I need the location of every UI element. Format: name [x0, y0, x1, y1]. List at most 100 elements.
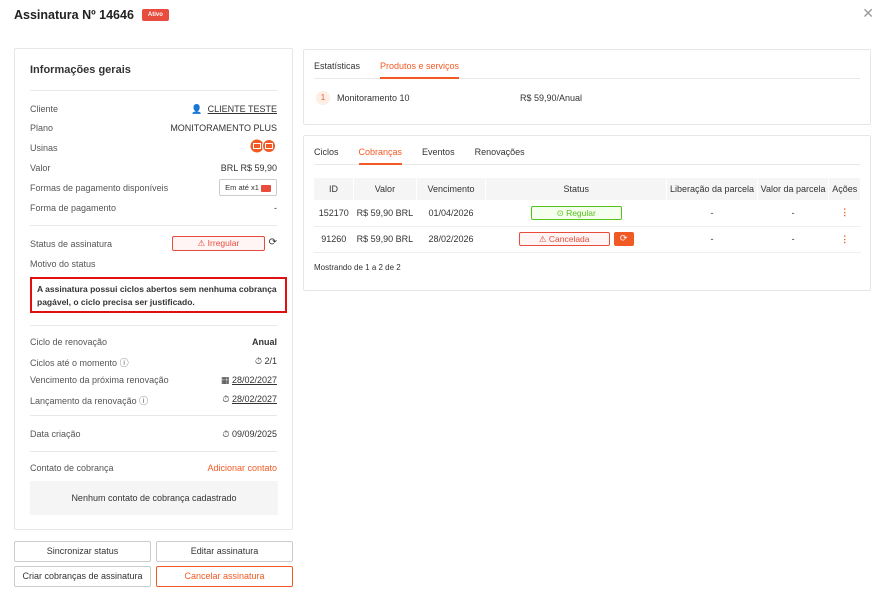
help-icon[interactable]: ⓘ: [139, 397, 148, 407]
cell-liberacao: -: [666, 200, 758, 227]
warning-icon: ⚠: [538, 235, 547, 245]
cell-acoes: ⋮: [828, 226, 861, 253]
status-reason: A assinatura possui ciclos abertos sem n…: [30, 277, 287, 313]
products-card: Estatísticas Produtos e serviços 1 Monit…: [303, 49, 871, 125]
table-row: 91260 R$ 59,90 BRL 28/02/2026 ⚠ Cancelad…: [314, 226, 861, 253]
payment-method-text: Em até x1: [225, 183, 259, 192]
cell-status: ⚠ Cancelada ⟳: [485, 226, 667, 253]
cliente-link[interactable]: 👤 CLIENTE TESTE: [191, 104, 277, 115]
usinas-label: Usinas: [30, 143, 58, 153]
clock-icon: ⏱: [254, 357, 262, 367]
add-contact-link[interactable]: Adicionar contato: [207, 463, 277, 473]
col-status: Status: [485, 178, 668, 200]
tab-events[interactable]: Eventos: [422, 146, 455, 165]
col-acoes: Ações: [828, 178, 861, 200]
status-label: Status de assinatura: [30, 239, 113, 249]
plano-value: MONITORAMENTO PLUS: [170, 123, 277, 133]
item-number: 1: [316, 91, 330, 105]
divider: [30, 225, 277, 226]
card-title: Informações gerais: [30, 64, 131, 76]
cancel-subscription-button[interactable]: Cancelar assinatura: [156, 566, 293, 587]
cell-liberacao: -: [666, 226, 758, 253]
status-badge: Ativo: [141, 9, 169, 21]
ciclo-value: Anual: [251, 337, 277, 347]
check-circle-icon: ⊙: [556, 208, 564, 219]
calendar-icon: ▦: [220, 376, 230, 386]
divider: [30, 451, 277, 452]
cell-valor: R$ 59,90 BRL: [353, 226, 417, 253]
col-valor: Valor: [353, 178, 417, 200]
status-text: Regular: [566, 207, 596, 218]
ciclos-label-row: Ciclos até o momento ⓘ: [30, 356, 129, 369]
divider: [30, 415, 277, 416]
valor-value: BRL R$ 59,90: [220, 163, 277, 173]
criacao-value-row: ⏱ 09/09/2025: [222, 429, 277, 440]
formas-label: Formas de pagamento disponíveis: [30, 183, 169, 193]
payment-method-pill: Em até x1: [219, 179, 277, 196]
billing-tabs: Ciclos Cobranças Eventos Renovações: [314, 146, 860, 165]
col-id: ID: [314, 178, 354, 200]
cell-valor-parcela: -: [757, 200, 829, 227]
lanc-label: Lançamento da renovação: [30, 396, 137, 406]
clock-icon: ⏱: [222, 395, 230, 405]
contato-label: Contato de cobrança: [30, 463, 114, 473]
criacao-value: 09/09/2025: [231, 429, 277, 439]
user-icon: 👤: [191, 105, 203, 115]
forma-label: Forma de pagamento: [30, 203, 117, 213]
contact-empty-box: Nenhum contato de cobrança cadastrado: [30, 481, 278, 515]
venc-value[interactable]: 28/02/2027: [232, 375, 277, 385]
more-actions-icon[interactable]: ⋮: [840, 234, 849, 244]
ciclos-value: 2/1: [264, 356, 277, 366]
cell-vencimento: 01/04/2026: [416, 200, 486, 227]
divider: [30, 90, 277, 91]
status-value: Irregular: [207, 238, 240, 248]
ciclos-value-row: ⏱ 2/1: [255, 356, 277, 367]
col-vencimento: Vencimento: [416, 178, 487, 200]
status-cancelled-badge: ⚠ Cancelada: [518, 232, 610, 246]
cliente-value[interactable]: CLIENTE TESTE: [208, 104, 277, 114]
tab-cycles[interactable]: Ciclos: [314, 146, 339, 165]
more-actions-icon[interactable]: ⋮: [840, 207, 849, 217]
status-irregular-badge: ⚠ Irregular: [172, 236, 265, 251]
page-title: Assinatura Nº 14646: [14, 8, 134, 22]
cell-valor: R$ 59,90 BRL: [353, 200, 417, 227]
help-icon[interactable]: ⓘ: [120, 359, 129, 369]
plano-label: Plano: [30, 123, 54, 133]
page-header: Assinatura Nº 14646 Ativo: [14, 8, 169, 22]
tab-statistics[interactable]: Estatísticas: [314, 60, 360, 79]
criacao-label: Data criação: [30, 429, 81, 439]
lanc-label-row: Lançamento da renovação ⓘ: [30, 394, 148, 407]
sync-status-button[interactable]: Sincronizar status: [14, 541, 151, 562]
close-icon[interactable]: ✕: [862, 6, 874, 22]
tab-charges[interactable]: Cobranças: [358, 146, 403, 165]
products-tabs: Estatísticas Produtos e serviços: [314, 60, 860, 79]
refresh-charge-button[interactable]: ⟳: [613, 232, 634, 246]
usinas-icon[interactable]: [250, 139, 277, 155]
col-liberacao: Liberação da parcela: [666, 178, 758, 200]
pagination-info: Mostrando de 1 a 2 de 2: [314, 263, 401, 272]
create-charges-button[interactable]: Criar cobranças de assinatura: [14, 566, 151, 587]
refresh-icon[interactable]: ⟳: [269, 237, 277, 248]
venc-label: Vencimento da próxima renovação: [30, 375, 169, 385]
status-text: Cancelada: [548, 234, 590, 244]
edit-subscription-button[interactable]: Editar assinatura: [156, 541, 293, 562]
cell-vencimento: 28/02/2026: [416, 226, 486, 253]
clock-icon: ⏱: [222, 430, 230, 440]
tab-renewals[interactable]: Renovações: [475, 146, 525, 165]
warning-icon: ⚠: [197, 239, 206, 249]
product-name: Monitoramento 10: [337, 93, 410, 103]
billing-card: Ciclos Cobranças Eventos Renovações ID V…: [303, 135, 871, 291]
tab-products[interactable]: Produtos e serviços: [380, 60, 460, 79]
lanc-value[interactable]: 28/02/2027: [232, 394, 277, 404]
forma-value: -: [274, 203, 277, 213]
motivo-label: Motivo do status: [30, 259, 96, 269]
cell-valor-parcela: -: [757, 226, 829, 253]
general-info-card: Informações gerais Cliente 👤 CLIENTE TEST…: [14, 48, 293, 530]
lanc-value-row[interactable]: ⏱ 28/02/2027: [222, 394, 277, 405]
venc-value-row[interactable]: ▦ 28/02/2027: [221, 375, 277, 386]
valor-label: Valor: [30, 163, 51, 173]
status-regular-badge: ⊙ Regular: [530, 205, 622, 220]
card-icon: [261, 184, 271, 192]
cell-acoes: ⋮: [828, 200, 861, 227]
table-row: 152170 R$ 59,90 BRL 01/04/2026 ⊙ Regular…: [314, 200, 861, 227]
